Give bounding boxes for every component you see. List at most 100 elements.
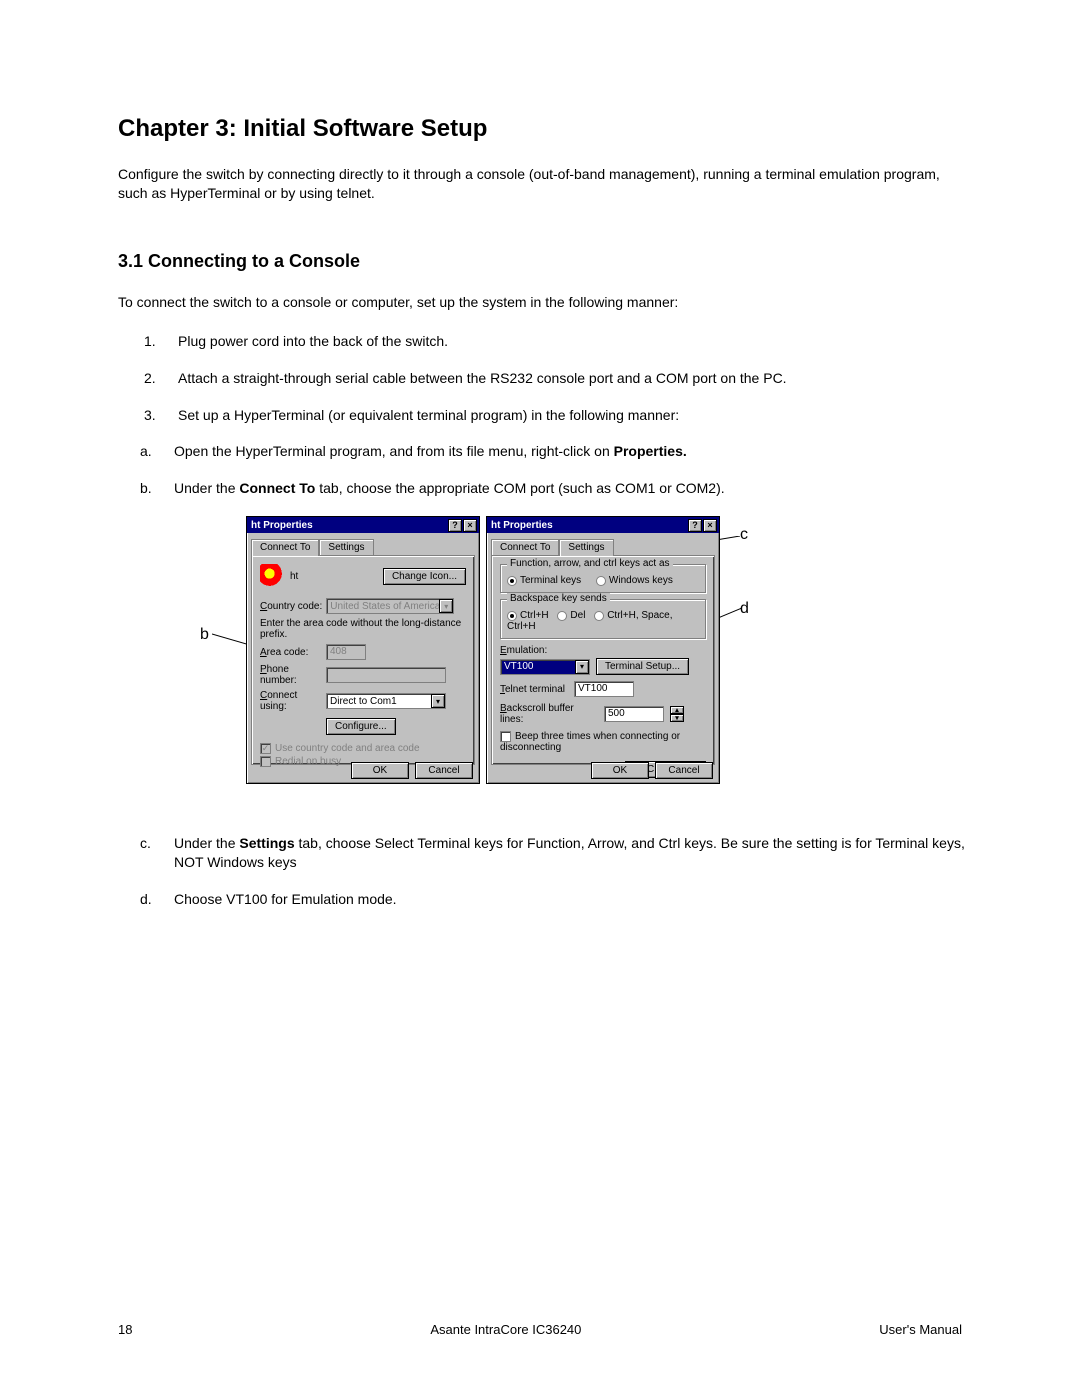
radio-label: Terminal keys <box>520 575 581 586</box>
cancel-button[interactable]: Cancel <box>655 762 713 779</box>
checkbox-label: Beep three times when connecting or disc… <box>500 731 680 753</box>
backscroll-field[interactable]: 500 <box>604 706 664 722</box>
dialog-ht-properties-settings: ht Properties ? × Connect To Settings Fu… <box>486 516 720 784</box>
bold-fragment: Settings <box>239 835 294 851</box>
step-2: 2. Attach a straight-through serial cabl… <box>144 369 970 388</box>
checkbox-icon <box>500 731 511 742</box>
substep-text: Choose VT100 for Emulation mode. <box>174 891 397 907</box>
step-1: 1. Plug power cord into the back of the … <box>144 332 970 351</box>
substeps-continued: c. Under the Settings tab, choose Select… <box>140 834 970 909</box>
terminal-setup-button[interactable]: Terminal Setup... <box>596 658 689 675</box>
group-function-keys: Function, arrow, and ctrl keys act as Te… <box>500 564 706 593</box>
emulation-dropdown[interactable]: VT100 ▾ <box>500 659 590 675</box>
tab-connect-to[interactable]: Connect To <box>251 539 319 556</box>
numbered-steps: 1. Plug power cord into the back of the … <box>144 332 970 425</box>
checkbox-icon <box>260 756 271 767</box>
group-legend: Backspace key sends <box>507 593 610 604</box>
group-legend: Function, arrow, and ctrl keys act as <box>507 558 673 569</box>
bold-fragment: Properties. <box>614 443 687 459</box>
close-icon[interactable]: × <box>463 519 477 532</box>
emulation-label: Emulation: <box>500 645 706 656</box>
tab-settings[interactable]: Settings <box>319 539 373 555</box>
checkbox-icon: ✓ <box>260 743 271 754</box>
chevron-down-icon[interactable]: ▾ <box>431 694 445 708</box>
chapter-heading: Chapter 3: Initial Software Setup <box>118 115 970 143</box>
radio-ctrlh[interactable]: Ctrl+H <box>507 610 551 621</box>
tabpanel-connect-to: ht Change Icon... Country code: United S… <box>251 555 475 765</box>
ok-button[interactable]: OK <box>591 762 649 779</box>
chapter-intro: Configure the switch by connecting direc… <box>118 165 970 203</box>
substeps: a. Open the HyperTerminal program, and f… <box>140 442 970 498</box>
step-number: 1. <box>144 332 156 351</box>
step-number: 2. <box>144 369 156 388</box>
group-backspace: Backspace key sends Ctrl+H Del Ctrl+H, S… <box>500 599 706 639</box>
telnet-terminal-field[interactable]: VT100 <box>574 681 634 697</box>
tabstrip: Connect To Settings <box>251 537 475 555</box>
spinner-down-icon[interactable]: ▾ <box>670 714 684 722</box>
titlebar: ht Properties ? × <box>487 517 719 533</box>
tabpanel-settings: Function, arrow, and ctrl keys act as Te… <box>491 555 715 765</box>
step-text: Set up a HyperTerminal (or equivalent te… <box>178 407 679 423</box>
tab-connect-to[interactable]: Connect To <box>491 539 559 555</box>
bold-fragment: Connect To <box>239 480 315 496</box>
radio-icon <box>596 576 606 586</box>
substep-letter: a. <box>140 442 152 461</box>
radio-windows-keys[interactable]: Windows keys <box>596 575 673 586</box>
spinner-up-icon[interactable]: ▴ <box>670 706 684 714</box>
titlebar-text: ht Properties <box>491 520 553 531</box>
text-fragment: tab, choose the appropriate COM port (su… <box>315 480 724 496</box>
backscroll-label: Backscroll buffer lines: <box>500 703 598 725</box>
substep-letter: b. <box>140 479 152 498</box>
section-heading: 3.1 Connecting to a Console <box>118 251 970 272</box>
connection-name: ht <box>290 571 298 582</box>
radio-icon <box>507 611 517 621</box>
dialog-figure: b c d ht Properties ? × Connect To Setti… <box>118 516 970 816</box>
help-icon[interactable]: ? <box>688 519 702 532</box>
ok-button[interactable]: OK <box>351 762 409 779</box>
emulation-value: VT100 <box>501 661 575 672</box>
text-fragment: Under the <box>174 835 239 851</box>
checkbox-label: Redial on busy <box>275 757 341 768</box>
radio-icon <box>507 576 517 586</box>
area-code-hint: Enter the area code without the long-dis… <box>260 618 466 640</box>
footer-right: User's Manual <box>879 1322 962 1337</box>
cancel-button[interactable]: Cancel <box>415 762 473 779</box>
radio-label: Ctrl+H <box>520 610 549 621</box>
text-fragment: Open the HyperTerminal program, and from… <box>174 443 614 459</box>
page-footer: 18 Asante IntraCore IC36240 User's Manua… <box>0 1322 1080 1337</box>
text-fragment: Under the <box>174 480 239 496</box>
step-number: 3. <box>144 406 156 425</box>
dialog-ht-properties-connect-to: ht Properties ? × Connect To Settings ht… <box>246 516 480 784</box>
substep-text: Under the Connect To tab, choose the app… <box>174 480 725 496</box>
radio-del[interactable]: Del <box>557 610 588 621</box>
titlebar: ht Properties ? × <box>247 517 479 533</box>
step-3: 3. Set up a HyperTerminal (or equivalent… <box>144 406 970 425</box>
country-value: United States of America (1) <box>327 601 439 612</box>
substep-letter: d. <box>140 890 152 909</box>
close-icon[interactable]: × <box>703 519 717 532</box>
connect-using-label: Connect using: <box>260 690 322 712</box>
radio-label: Windows keys <box>609 575 673 586</box>
checkbox-label: Use country code and area code <box>275 743 420 754</box>
titlebar-text: ht Properties <box>251 520 313 531</box>
area-code-field[interactable]: 408 <box>326 644 366 660</box>
substep-b: b. Under the Connect To tab, choose the … <box>140 479 970 498</box>
radio-terminal-keys[interactable]: Terminal keys <box>507 575 584 586</box>
change-icon-button[interactable]: Change Icon... <box>383 568 466 585</box>
chevron-down-icon[interactable]: ▾ <box>575 660 589 674</box>
substep-a: a. Open the HyperTerminal program, and f… <box>140 442 970 461</box>
help-icon[interactable]: ? <box>448 519 462 532</box>
phone-number-field[interactable] <box>326 667 446 683</box>
chevron-down-icon[interactable]: ▾ <box>439 599 453 613</box>
step-text: Attach a straight-through serial cable b… <box>178 370 787 386</box>
country-label: Country code: <box>260 601 322 612</box>
configure-button[interactable]: Configure... <box>326 718 396 735</box>
step-text: Plug power cord into the back of the swi… <box>178 333 448 349</box>
use-country-code-checkbox: ✓ Use country code and area code <box>260 743 466 754</box>
country-dropdown[interactable]: United States of America (1) ▾ <box>326 598 454 614</box>
connect-using-dropdown[interactable]: Direct to Com1 ▾ <box>326 693 446 709</box>
substep-text: Open the HyperTerminal program, and from… <box>174 443 687 459</box>
footer-center: Asante IntraCore IC36240 <box>430 1322 581 1337</box>
beep-checkbox[interactable]: Beep three times when connecting or disc… <box>500 731 706 753</box>
tab-settings[interactable]: Settings <box>559 539 613 556</box>
